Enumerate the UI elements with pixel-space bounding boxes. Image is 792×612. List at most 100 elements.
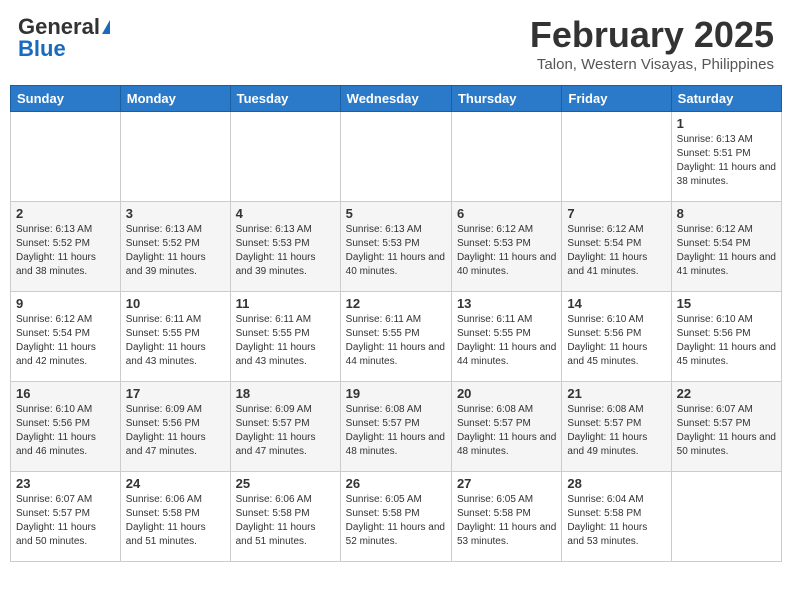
day-info: Sunrise: 6:10 AM Sunset: 5:56 PM Dayligh…: [567, 313, 665, 369]
day-number: 21: [567, 386, 665, 401]
day-info: Sunrise: 6:06 AM Sunset: 5:58 PM Dayligh…: [236, 493, 335, 549]
day-number: 9: [16, 296, 115, 311]
calendar-cell: 10 Sunrise: 6:11 AM Sunset: 5:55 PM Dayli…: [120, 292, 230, 382]
calendar-table: SundayMondayTuesdayWednesdayThursdayFrid…: [10, 85, 782, 562]
calendar-cell: 8 Sunrise: 6:12 AM Sunset: 5:54 PM Daylig…: [671, 202, 781, 292]
day-info: Sunrise: 6:13 AM Sunset: 5:53 PM Dayligh…: [346, 223, 446, 279]
calendar-cell: 11 Sunrise: 6:11 AM Sunset: 5:55 PM Dayli…: [230, 292, 340, 382]
calendar-cell: 18 Sunrise: 6:09 AM Sunset: 5:57 PM Dayli…: [230, 382, 340, 472]
calendar-header-row: SundayMondayTuesdayWednesdayThursdayFrid…: [11, 86, 782, 112]
day-number: 4: [236, 206, 335, 221]
calendar-cell: 22 Sunrise: 6:07 AM Sunset: 5:57 PM Dayli…: [671, 382, 781, 472]
day-number: 3: [126, 206, 225, 221]
column-header-wednesday: Wednesday: [340, 86, 451, 112]
day-number: 11: [236, 296, 335, 311]
day-number: 24: [126, 476, 225, 491]
logo-triangle-icon: [102, 20, 110, 34]
calendar-cell: 9 Sunrise: 6:12 AM Sunset: 5:54 PM Daylig…: [11, 292, 121, 382]
day-number: 23: [16, 476, 115, 491]
day-number: 14: [567, 296, 665, 311]
calendar-cell: [120, 112, 230, 202]
calendar-cell: 27Sunrise: 6:05 AM Sunset: 5:58 PM Dayli…: [451, 472, 561, 562]
day-info: Sunrise: 6:11 AM Sunset: 5:55 PM Dayligh…: [126, 313, 225, 369]
day-info: Sunrise: 6:11 AM Sunset: 5:55 PM Dayligh…: [457, 313, 556, 369]
day-number: 25: [236, 476, 335, 491]
day-info: Sunrise: 6:13 AM Sunset: 5:51 PM Dayligh…: [677, 133, 776, 189]
day-number: 18: [236, 386, 335, 401]
calendar-cell: [451, 112, 561, 202]
day-info: Sunrise: 6:06 AM Sunset: 5:58 PM Dayligh…: [126, 493, 225, 549]
day-info: Sunrise: 6:12 AM Sunset: 5:54 PM Dayligh…: [567, 223, 665, 279]
column-header-saturday: Saturday: [671, 86, 781, 112]
day-info: Sunrise: 6:08 AM Sunset: 5:57 PM Dayligh…: [567, 403, 665, 459]
day-number: 20: [457, 386, 556, 401]
calendar-week-4: 16Sunrise: 6:10 AM Sunset: 5:56 PM Dayli…: [11, 382, 782, 472]
day-info: Sunrise: 6:10 AM Sunset: 5:56 PM Dayligh…: [677, 313, 776, 369]
day-info: Sunrise: 6:08 AM Sunset: 5:57 PM Dayligh…: [346, 403, 446, 459]
day-number: 15: [677, 296, 776, 311]
day-info: Sunrise: 6:10 AM Sunset: 5:56 PM Dayligh…: [16, 403, 115, 459]
day-info: Sunrise: 6:11 AM Sunset: 5:55 PM Dayligh…: [236, 313, 335, 369]
day-number: 17: [126, 386, 225, 401]
column-header-friday: Friday: [562, 86, 671, 112]
calendar-cell: 7 Sunrise: 6:12 AM Sunset: 5:54 PM Daylig…: [562, 202, 671, 292]
day-number: 22: [677, 386, 776, 401]
day-info: Sunrise: 6:13 AM Sunset: 5:53 PM Dayligh…: [236, 223, 335, 279]
day-info: Sunrise: 6:09 AM Sunset: 5:56 PM Dayligh…: [126, 403, 225, 459]
column-header-monday: Monday: [120, 86, 230, 112]
column-header-sunday: Sunday: [11, 86, 121, 112]
day-info: Sunrise: 6:12 AM Sunset: 5:54 PM Dayligh…: [677, 223, 776, 279]
day-number: 6: [457, 206, 556, 221]
calendar-cell: 15 Sunrise: 6:10 AM Sunset: 5:56 PM Dayli…: [671, 292, 781, 382]
day-info: Sunrise: 6:07 AM Sunset: 5:57 PM Dayligh…: [16, 493, 115, 549]
calendar-cell: 28 Sunrise: 6:04 AM Sunset: 5:58 PM Dayli…: [562, 472, 671, 562]
day-number: 1: [677, 116, 776, 131]
calendar-cell: 24 Sunrise: 6:06 AM Sunset: 5:58 PM Dayli…: [120, 472, 230, 562]
calendar-cell: 21 Sunrise: 6:08 AM Sunset: 5:57 PM Dayli…: [562, 382, 671, 472]
column-header-tuesday: Tuesday: [230, 86, 340, 112]
day-number: 8: [677, 206, 776, 221]
calendar-cell: [671, 472, 781, 562]
calendar-cell: 14 Sunrise: 6:10 AM Sunset: 5:56 PM Dayli…: [562, 292, 671, 382]
day-number: 10: [126, 296, 225, 311]
location-subtitle: Talon, Western Visayas, Philippines: [530, 56, 774, 73]
day-info: Sunrise: 6:09 AM Sunset: 5:57 PM Dayligh…: [236, 403, 335, 459]
day-number: 28: [567, 476, 665, 491]
day-number: 27: [457, 476, 556, 491]
logo-blue: Blue: [18, 36, 66, 62]
logo: General Blue: [18, 14, 110, 62]
page-header: General Blue February 2025 Talon, Wester…: [10, 10, 782, 77]
calendar-cell: 26 Sunrise: 6:05 AM Sunset: 5:58 PM Dayli…: [340, 472, 451, 562]
calendar-week-5: 23 Sunrise: 6:07 AM Sunset: 5:57 PM Dayli…: [11, 472, 782, 562]
day-info: Sunrise: 6:12 AM Sunset: 5:53 PM Dayligh…: [457, 223, 556, 279]
calendar-cell: 19 Sunrise: 6:08 AM Sunset: 5:57 PM Dayli…: [340, 382, 451, 472]
calendar-cell: 17 Sunrise: 6:09 AM Sunset: 5:56 PM Dayli…: [120, 382, 230, 472]
title-area: February 2025 Talon, Western Visayas, Ph…: [530, 14, 774, 73]
day-info: Sunrise: 6:08 AM Sunset: 5:57 PM Dayligh…: [457, 403, 556, 459]
calendar-cell: [11, 112, 121, 202]
calendar-cell: 20 Sunrise: 6:08 AM Sunset: 5:57 PM Dayli…: [451, 382, 561, 472]
day-info: Sunrise: 6:12 AM Sunset: 5:54 PM Dayligh…: [16, 313, 115, 369]
calendar-week-3: 9 Sunrise: 6:12 AM Sunset: 5:54 PM Daylig…: [11, 292, 782, 382]
day-number: 13: [457, 296, 556, 311]
calendar-week-1: 1 Sunrise: 6:13 AM Sunset: 5:51 PM Daylig…: [11, 112, 782, 202]
calendar-cell: 1 Sunrise: 6:13 AM Sunset: 5:51 PM Daylig…: [671, 112, 781, 202]
day-number: 7: [567, 206, 665, 221]
calendar-cell: 23 Sunrise: 6:07 AM Sunset: 5:57 PM Dayli…: [11, 472, 121, 562]
calendar-cell: [230, 112, 340, 202]
day-info: Sunrise: 6:05 AM Sunset: 5:58 PM Dayligh…: [346, 493, 446, 549]
day-number: 26: [346, 476, 446, 491]
day-number: 19: [346, 386, 446, 401]
day-info: Sunrise: 6:07 AM Sunset: 5:57 PM Dayligh…: [677, 403, 776, 459]
calendar-cell: 25 Sunrise: 6:06 AM Sunset: 5:58 PM Dayli…: [230, 472, 340, 562]
day-number: 2: [16, 206, 115, 221]
calendar-cell: [562, 112, 671, 202]
calendar-cell: 2Sunrise: 6:13 AM Sunset: 5:52 PM Daylig…: [11, 202, 121, 292]
day-info: Sunrise: 6:13 AM Sunset: 5:52 PM Dayligh…: [126, 223, 225, 279]
calendar-week-2: 2 Sunrise: 6:13 AM Sunset: 5:52 PM Daylig…: [11, 202, 782, 292]
calendar-cell: [340, 112, 451, 202]
day-number: 5: [346, 206, 446, 221]
calendar-cell: 3 Sunrise: 6:13 AM Sunset: 5:52 PM Daylig…: [120, 202, 230, 292]
calendar-cell: 16Sunrise: 6:10 AM Sunset: 5:56 PM Dayli…: [11, 382, 121, 472]
day-info: Sunrise: 6:04 AM Sunset: 5:58 PM Dayligh…: [567, 493, 665, 549]
